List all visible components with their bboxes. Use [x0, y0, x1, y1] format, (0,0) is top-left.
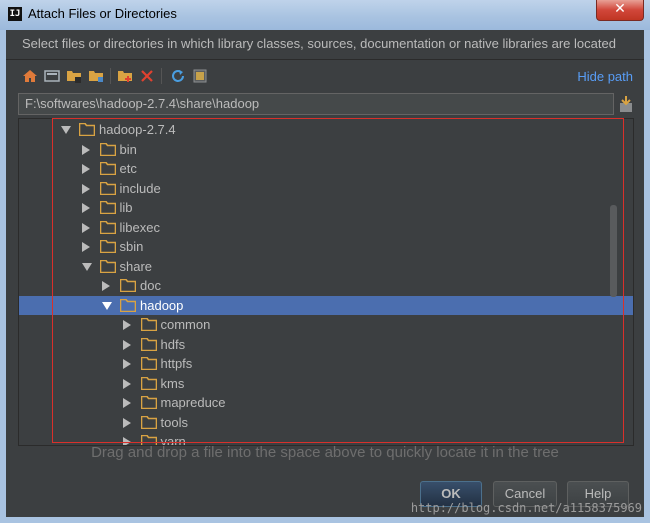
expand-arrow-icon[interactable] — [122, 339, 131, 350]
new-folder-icon[interactable] — [115, 66, 135, 86]
tree-item-label: hadoop — [140, 297, 184, 313]
tree-item-label: common — [160, 317, 211, 332]
refresh-icon[interactable] — [168, 66, 188, 86]
tree-item[interactable]: libexec — [19, 218, 633, 238]
folder-icon — [99, 181, 116, 195]
folder-icon — [120, 279, 136, 292]
intellij-app-icon: IJ — [8, 7, 22, 21]
hide-path-link[interactable]: Hide path — [577, 69, 633, 84]
drag-drop-hint: Drag and drop a file into the space abov… — [91, 444, 559, 461]
divider — [6, 59, 644, 60]
tree-item[interactable]: tools — [19, 413, 633, 433]
tree-item[interactable]: httpfs — [19, 354, 633, 374]
folder-icon — [99, 220, 116, 234]
watermark: http://blog.csdn.net/a1158375969 — [410, 501, 642, 515]
tree-item[interactable]: kms — [19, 374, 633, 394]
tree-item[interactable]: hadoop-2.7.4 — [19, 120, 633, 140]
tree-item-label: hadoop-2.7.4 — [99, 122, 176, 137]
collapse-arrow-icon[interactable] — [81, 262, 92, 271]
project-folder-icon[interactable] — [64, 66, 84, 86]
collapse-arrow-icon[interactable] — [61, 126, 71, 134]
folder-icon — [140, 376, 157, 390]
tree-item-label: httpfs — [160, 356, 193, 371]
toolbar-separator — [161, 68, 162, 84]
path-history-icon[interactable] — [618, 94, 634, 114]
home-icon[interactable] — [20, 66, 40, 86]
folder-icon — [99, 162, 116, 175]
tree-item[interactable]: bin — [19, 140, 633, 160]
module-folder-icon[interactable] — [86, 66, 106, 86]
collapse-arrow-icon[interactable] — [102, 301, 112, 310]
expand-arrow-icon[interactable] — [122, 320, 131, 330]
tree-item-label: hdfs — [160, 336, 186, 352]
tree-item-label: bin — [119, 141, 137, 157]
folder-icon — [140, 415, 157, 429]
expand-arrow-icon[interactable] — [102, 281, 110, 291]
tree-item[interactable]: lib — [19, 198, 633, 218]
folder-icon — [79, 123, 95, 136]
folder-icon — [99, 201, 116, 214]
tree-item-label: lib — [119, 200, 133, 215]
expand-arrow-icon[interactable] — [81, 144, 90, 155]
tree-item-label: sbin — [119, 239, 144, 254]
tree-item[interactable]: hadoop — [19, 295, 633, 315]
window-frame-right — [644, 30, 650, 523]
expand-arrow-icon[interactable] — [81, 242, 90, 252]
toolbar-separator — [110, 68, 111, 84]
close-button[interactable]: ✕ — [596, 0, 644, 21]
tree-item[interactable]: common — [19, 315, 633, 335]
window-title: Attach Files or Directories — [28, 6, 177, 21]
folder-icon — [140, 357, 157, 370]
expand-arrow-icon[interactable] — [81, 164, 90, 174]
folder-icon — [99, 259, 116, 273]
folder-icon — [140, 337, 157, 351]
file-tree[interactable]: hadoop-2.7.4 bin etc include lib libexec sbin s… — [18, 118, 634, 446]
tree-item-label: etc — [119, 161, 137, 176]
tree-item-label: doc — [140, 278, 161, 293]
tree-item-label: share — [119, 258, 153, 274]
expand-arrow-icon[interactable] — [81, 183, 90, 194]
tree-item[interactable]: doc — [19, 276, 633, 296]
show-hidden-icon[interactable] — [190, 66, 210, 86]
desktop-icon[interactable] — [42, 66, 62, 86]
delete-icon[interactable] — [137, 66, 157, 86]
tree-item-label: libexec — [119, 219, 160, 235]
expand-arrow-icon[interactable] — [122, 378, 131, 389]
folder-icon — [120, 298, 136, 312]
tree-item-label: include — [119, 180, 161, 196]
window-frame-bottom — [0, 517, 650, 523]
tree-scrollbar[interactable] — [610, 205, 617, 297]
folder-icon — [140, 318, 157, 331]
folder-icon — [99, 240, 116, 253]
folder-icon — [140, 396, 157, 409]
path-input[interactable]: F:\softwares\hadoop-2.7.4\share\hadoop — [18, 93, 614, 115]
tree-item-label: kms — [160, 375, 185, 391]
tree-item[interactable]: hdfs — [19, 335, 633, 355]
tree-item[interactable]: sbin — [19, 237, 633, 257]
folder-icon — [99, 142, 116, 156]
title-bar[interactable]: IJ Attach Files or Directories ✕ — [0, 0, 650, 31]
tree-item[interactable]: include — [19, 179, 633, 199]
tree-item[interactable]: etc — [19, 159, 633, 179]
tree-item[interactable]: share — [19, 257, 633, 277]
expand-arrow-icon[interactable] — [81, 203, 90, 213]
dialog-content: Select files or directories in which lib… — [6, 30, 644, 517]
expand-arrow-icon[interactable] — [122, 359, 131, 369]
tree-item[interactable]: mapreduce — [19, 393, 633, 413]
expand-arrow-icon[interactable] — [81, 222, 90, 233]
tree-item-label: mapreduce — [160, 395, 226, 410]
expand-arrow-icon[interactable] — [122, 417, 131, 428]
dialog-description: Select files or directories in which lib… — [22, 36, 616, 51]
tree-item-label: tools — [160, 414, 188, 430]
expand-arrow-icon[interactable] — [122, 398, 131, 408]
